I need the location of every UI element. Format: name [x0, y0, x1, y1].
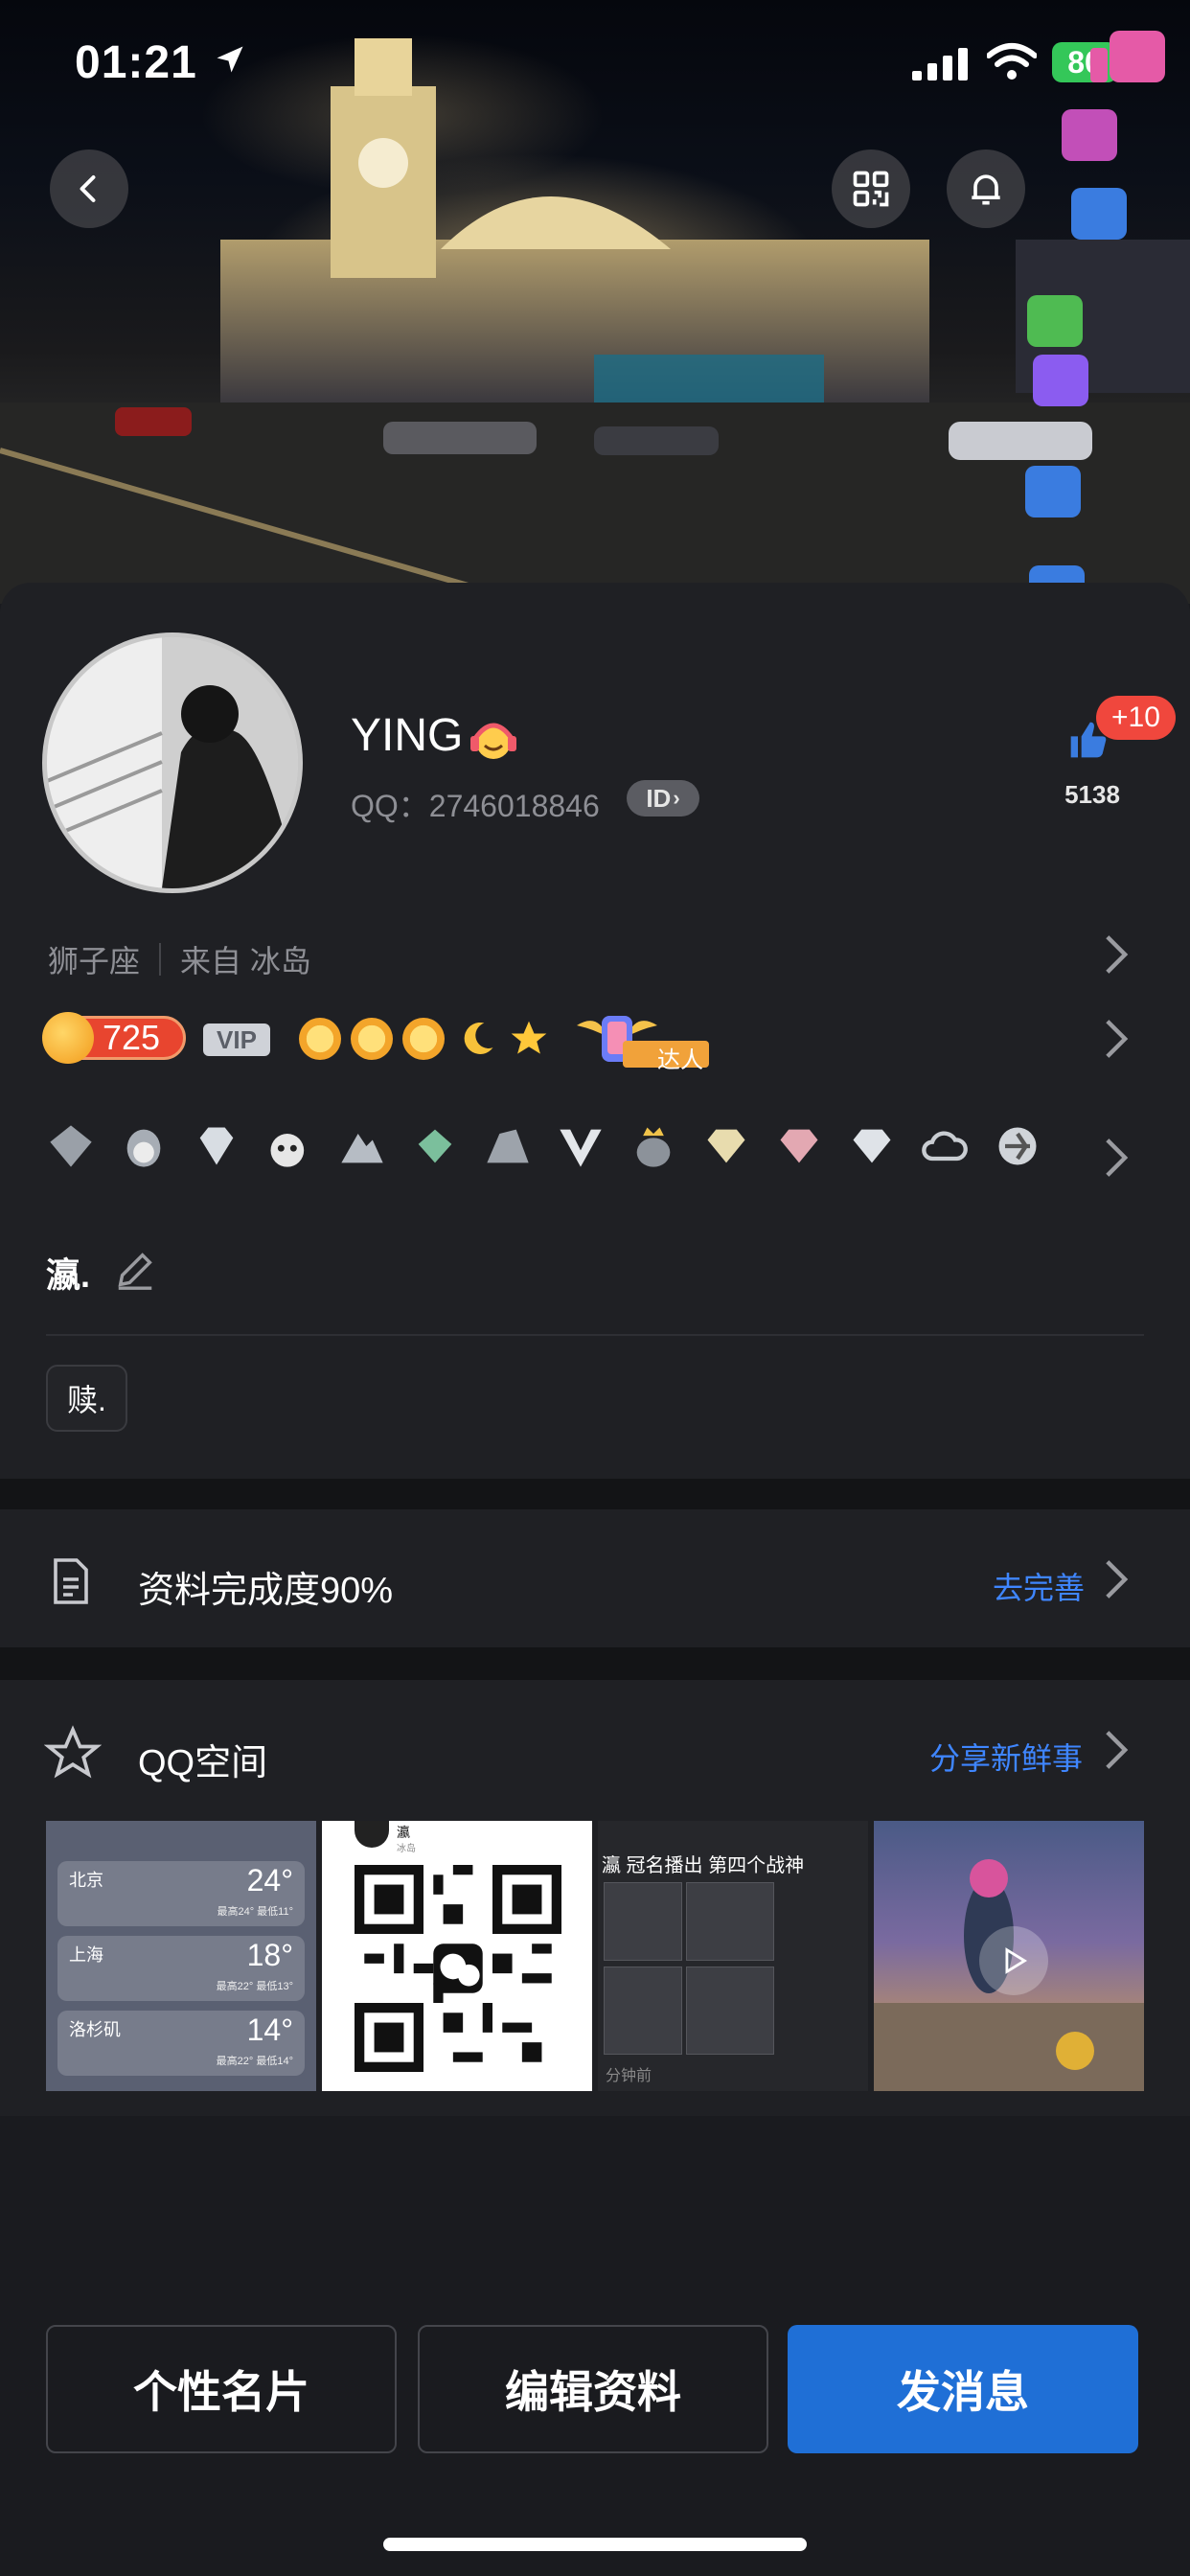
qr-code-icon: [355, 1865, 561, 2072]
mountain-badge-icon: [337, 1121, 387, 1171]
chevron-right-icon[interactable]: [1104, 1018, 1129, 1065]
floating-likes: [1025, 31, 1165, 604]
chevron-right-icon[interactable]: [1104, 1558, 1129, 1605]
flame-coin-icon: [42, 1012, 94, 1064]
profile-tag[interactable]: 赎.: [46, 1365, 127, 1432]
section-gap: [0, 1479, 1190, 1509]
post-time: 分钟前: [606, 2068, 652, 2084]
sun-level-icon: [402, 1018, 445, 1060]
basic-info-row[interactable]: 狮子座 来自 冰岛: [48, 937, 311, 981]
bell-icon: [972, 174, 1000, 205]
signature-text: 瀛.: [46, 1255, 91, 1295]
post-image: [686, 1882, 774, 1961]
share-news-link[interactable]: 分享新鲜事: [929, 1735, 1083, 1779]
document-icon: [48, 1556, 94, 1611]
crown-penguin-badge-icon: [629, 1121, 678, 1171]
weather-temp: 18°: [246, 1938, 293, 1972]
chevron-right-icon[interactable]: [1104, 933, 1129, 980]
edit-icon[interactable]: [113, 1248, 157, 1297]
star-level-icon: [508, 1018, 550, 1065]
section-gap: [0, 1647, 1190, 1680]
cover-scene: [0, 38, 1190, 604]
sun-level-icon: [351, 1018, 393, 1060]
home-indicator[interactable]: [383, 2538, 807, 2551]
achievement-badges[interactable]: [46, 1121, 1042, 1171]
headphone-emoji-icon: [468, 717, 519, 766]
pink-diamond-badge-icon: [774, 1121, 824, 1171]
cloud-badge-icon: [920, 1121, 970, 1171]
play-button[interactable]: [979, 1926, 1048, 1995]
penguin-badge-icon: [119, 1121, 169, 1171]
location: 来自 冰岛: [180, 944, 311, 978]
edit-profile-button[interactable]: 编辑资料: [418, 2325, 768, 2453]
like-increment-badge: +10: [1096, 696, 1176, 740]
chevron-right-icon: ›: [673, 786, 680, 810]
avatar-image: [47, 637, 298, 888]
id-badge-label: ID: [646, 783, 672, 813]
diamond-badge-icon: [192, 1121, 241, 1171]
qzone-thumbnail-post[interactable]: 瀛 冠名播出 第四个战神 分钟前: [598, 1821, 868, 2091]
user-name: YING: [351, 710, 464, 761]
cover-photo[interactable]: 01:21 80: [0, 0, 1190, 604]
rock-badge-icon: [483, 1121, 533, 1171]
sun-level-icon: [299, 1018, 341, 1060]
like-count: 5138: [1064, 780, 1120, 809]
chevron-right-icon[interactable]: [1104, 1137, 1129, 1184]
weather-card: 洛杉矶 14° 最高22° 最低14°: [57, 2011, 305, 2076]
qr-code-button[interactable]: [832, 150, 910, 228]
qr-code-icon: [853, 171, 889, 207]
silver-diamond-badge-icon: [847, 1121, 897, 1171]
weather-range: 最高22° 最低14°: [216, 2056, 293, 2067]
send-message-button[interactable]: 发消息: [788, 2325, 1138, 2453]
moon-level-icon: [456, 1018, 498, 1065]
id-badge[interactable]: ID ›: [627, 780, 699, 816]
v-badge-icon: [556, 1121, 606, 1171]
bomb-badge-icon: [264, 1121, 314, 1171]
weather-range: 最高22° 最低13°: [216, 1981, 293, 1992]
weather-city: 上海: [69, 1945, 103, 1965]
weather-card: 上海 18° 最高22° 最低13°: [57, 1936, 305, 2001]
qr-avatar: [355, 1821, 389, 1848]
status-time: 01:21: [75, 37, 197, 88]
complete-profile-link[interactable]: 去完善: [993, 1564, 1085, 1608]
signal-icon: [912, 48, 970, 85]
green-gem-badge-icon: [410, 1121, 460, 1171]
avatar[interactable]: [42, 632, 303, 893]
weather-temp: 24°: [246, 1863, 293, 1898]
daren-badge[interactable]: 达人: [569, 1008, 713, 1074]
gem-badge-icon: [46, 1121, 96, 1171]
divider: [46, 1334, 1144, 1336]
play-icon: [1005, 1947, 1028, 1974]
profile-card-button[interactable]: 个性名片: [46, 2325, 397, 2453]
flyer-badge-icon: [993, 1121, 1042, 1171]
qzone-thumbnail-weather[interactable]: 北京 24° 最高24° 最低11° 上海 18° 最高22° 最低13° 洛杉…: [46, 1821, 316, 2091]
post-image: [604, 1882, 682, 1961]
gold-diamond-badge-icon: [701, 1121, 751, 1171]
star-icon: [43, 1725, 103, 1787]
weather-city: 北京: [69, 1871, 103, 1890]
weather-city: 洛杉矶: [69, 2020, 121, 2039]
qzone-title: QQ空间: [138, 1743, 268, 1783]
back-button[interactable]: [50, 150, 128, 228]
qzone-thumbnail-qrcode[interactable]: 瀛 冰岛: [322, 1821, 592, 2091]
completeness-title: 资料完成度90%: [138, 1571, 394, 1611]
back-icon: [80, 175, 96, 202]
qzone-thumbnail-video[interactable]: [874, 1821, 1144, 2091]
qq-number: QQ：2746018846: [351, 789, 600, 823]
daren-label: 达人: [657, 1047, 703, 1073]
post-title: 瀛 冠名播出 第四个战神: [602, 1855, 805, 1876]
weather-temp: 14°: [246, 2012, 293, 2047]
location-arrow-icon: [213, 42, 247, 81]
divider: [159, 943, 162, 976]
chevron-right-icon[interactable]: [1104, 1729, 1129, 1776]
weather-card: 北京 24° 最高24° 最低11°: [57, 1861, 305, 1926]
post-image: [686, 1966, 774, 2055]
vip-badge[interactable]: VIP: [203, 1024, 270, 1056]
weather-range: 最高24° 最低11°: [217, 1906, 293, 1918]
post-image: [604, 1966, 682, 2055]
qr-sub: 冰岛: [397, 1844, 416, 1854]
zodiac: 狮子座: [48, 944, 141, 978]
qr-name: 瀛: [397, 1825, 410, 1840]
